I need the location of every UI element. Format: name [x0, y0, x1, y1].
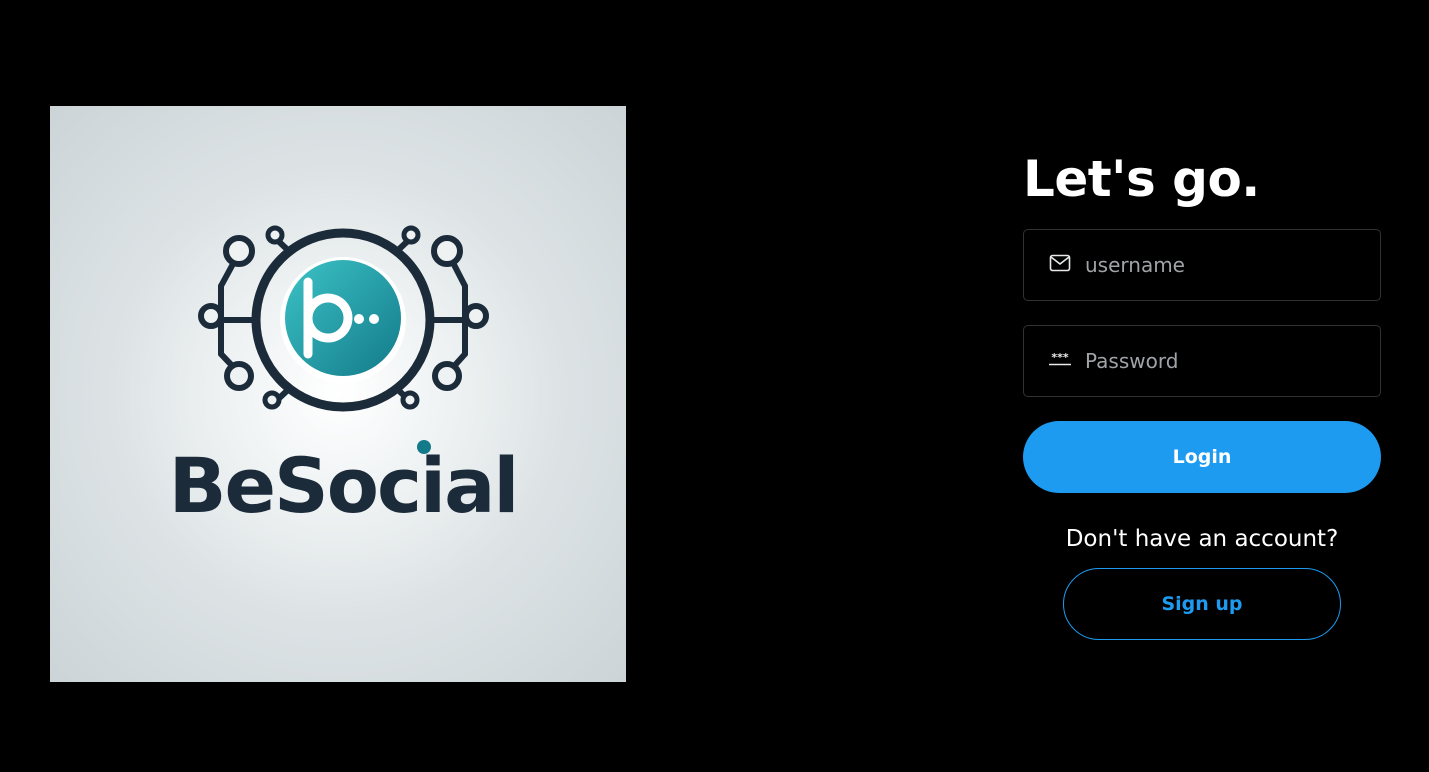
login-button[interactable]: Login	[1023, 421, 1381, 493]
password-icon: ***	[1048, 347, 1072, 371]
password-input[interactable]	[1085, 341, 1380, 381]
login-page: BeSocial Let's go. *** Login	[0, 0, 1429, 772]
username-field[interactable]	[1023, 229, 1381, 301]
mail-icon	[1048, 251, 1072, 275]
login-form: Let's go. *** Login Don't have an accoun…	[1023, 146, 1381, 640]
besocial-logo: BeSocial	[169, 225, 519, 530]
page-title: Let's go.	[1023, 150, 1260, 208]
svg-text:***: ***	[1051, 351, 1069, 364]
teal-badge	[285, 260, 401, 376]
username-input[interactable]	[1085, 245, 1380, 285]
signup-button[interactable]: Sign up	[1063, 568, 1341, 640]
password-field[interactable]: ***	[1023, 325, 1381, 397]
signup-prompt: Don't have an account?	[1065, 526, 1339, 552]
brand-wordmark: BeSocial	[169, 441, 518, 530]
brand-logo-image: BeSocial	[50, 106, 626, 682]
